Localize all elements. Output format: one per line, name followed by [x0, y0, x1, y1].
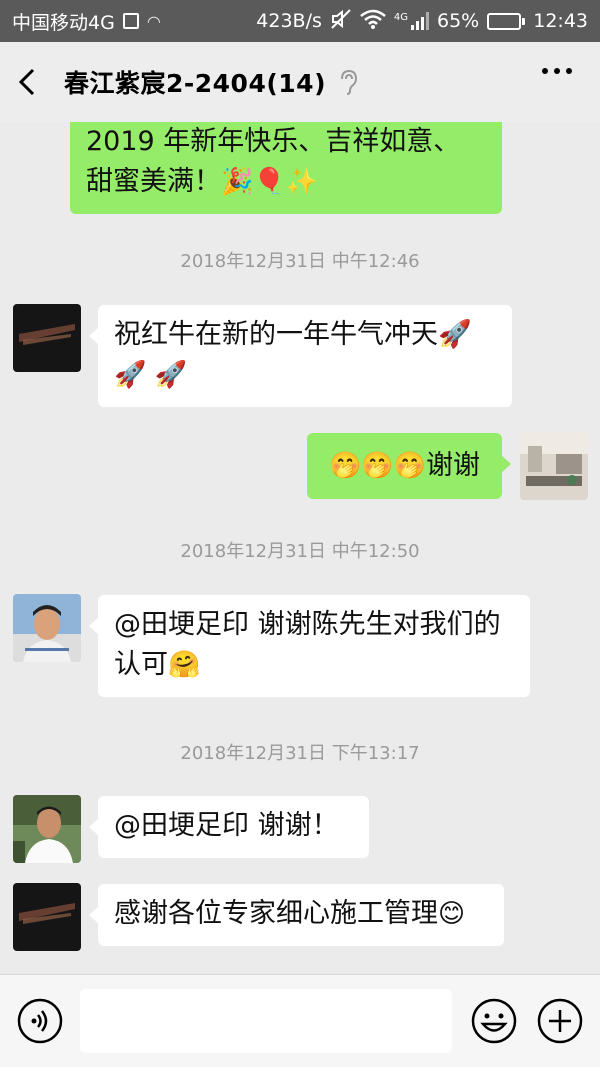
message-timestamp: 2018年12月31日 中午12:50	[180, 541, 420, 562]
battery-percent: 65%	[437, 10, 480, 32]
message-bubble-incoming[interactable]: 感谢各位专家细心施工管理😊	[89, 884, 504, 946]
chat-message-list[interactable]: 2019 年新年快乐、吉祥如意、甜蜜美满！🎉🎈✨ 2018年12月31日 中午1…	[0, 122, 600, 974]
message-text: 祝红牛在新的一年牛气冲天🚀	[114, 319, 472, 350]
wifi-icon	[360, 9, 386, 34]
message-emoji: 🚀 🚀	[114, 360, 188, 390]
message-bubble-outgoing[interactable]: 2019 年新年快乐、吉祥如意、甜蜜美满！🎉🎈✨	[70, 122, 502, 214]
message-bubble-outgoing[interactable]: 🤭🤭🤭谢谢	[307, 433, 511, 499]
message-text: 谢谢	[426, 450, 481, 481]
more-dots-icon[interactable]	[542, 68, 572, 74]
network-type-label: 4G	[393, 12, 408, 23]
message-emoji: 🎉🎈✨	[221, 167, 319, 197]
chat-title[interactable]: 春江紫宸2-2404(14)	[64, 64, 326, 100]
signal-icon: 4G	[394, 12, 429, 30]
status-bar-left: 中国移动4G ◠	[12, 8, 161, 35]
back-arrow-icon[interactable]	[16, 62, 52, 102]
wifi-notification-icon: ◠	[146, 11, 161, 31]
message-input[interactable]	[80, 989, 452, 1053]
status-bar-right: 423B/s 4G 65% 12:43	[256, 8, 588, 35]
avatar[interactable]	[13, 795, 81, 863]
message-emoji: 🤭🤭🤭	[328, 451, 427, 481]
image-notification-icon	[122, 13, 139, 29]
message-bubble-incoming[interactable]: @田埂足印 谢谢陈先生对我们的认可🤗	[89, 595, 530, 697]
chat-header: 春江紫宸2-2404(14)	[0, 42, 600, 122]
emoji-face-icon[interactable]	[470, 997, 518, 1045]
voice-icon[interactable]	[16, 997, 64, 1045]
message-emoji: 😊	[438, 899, 466, 929]
avatar-self[interactable]	[520, 432, 588, 500]
battery-icon	[487, 12, 526, 30]
message-text: 感谢各位专家细心施工管理	[114, 898, 438, 929]
message-text: @田埂足印 谢谢！	[114, 810, 339, 841]
message-timestamp: 2018年12月31日 中午12:46	[180, 251, 420, 272]
message-bubble-incoming[interactable]: 祝红牛在新的一年牛气冲天🚀 🚀 🚀	[89, 305, 512, 407]
avatar[interactable]	[13, 594, 81, 662]
carrier-label: 中国移动4G	[12, 11, 115, 34]
clock: 12:43	[533, 10, 588, 32]
plus-circle-icon[interactable]	[536, 997, 584, 1045]
avatar[interactable]	[13, 304, 81, 372]
message-emoji: 🤗	[168, 650, 201, 680]
net-speed: 423B/s	[256, 10, 322, 32]
input-bar	[0, 974, 600, 1067]
message-bubble-incoming[interactable]: @田埂足印 谢谢！	[89, 796, 369, 858]
message-timestamp: 2018年12月31日 下午13:17	[180, 743, 420, 764]
status-bar: 中国移动4G ◠ 423B/s 4G 65% 12:43	[0, 0, 600, 42]
avatar[interactable]	[13, 883, 81, 951]
mute-icon	[330, 8, 352, 35]
ear-icon[interactable]	[338, 69, 358, 95]
